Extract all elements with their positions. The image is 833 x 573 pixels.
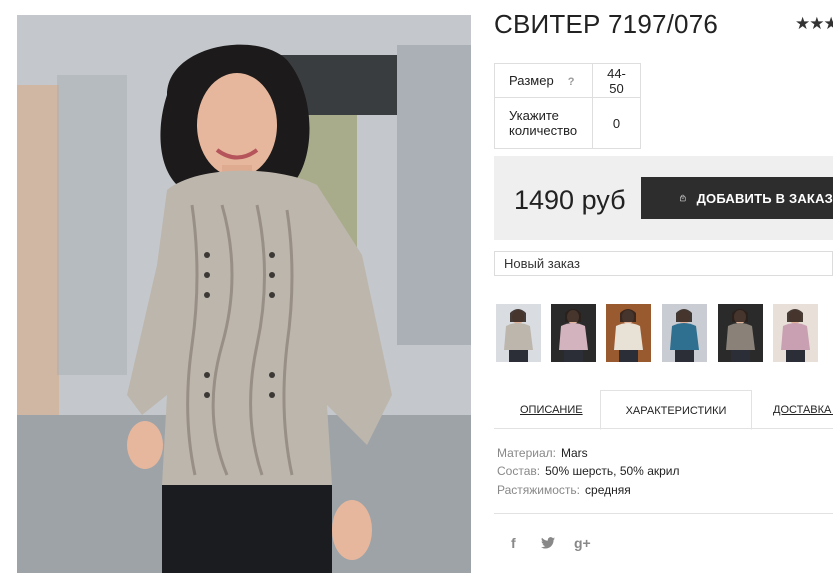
add-to-order-button[interactable]: ДОБАВИТЬ В ЗАКАЗ bbox=[641, 177, 833, 219]
social-divider bbox=[494, 513, 833, 514]
tabs-divider bbox=[494, 428, 833, 429]
spec-stretch: Растяжимость: средняя bbox=[497, 483, 631, 497]
rating-stars[interactable]: ★★★ bbox=[795, 14, 833, 34]
facebook-icon[interactable]: f bbox=[511, 535, 516, 551]
product-thumbnail[interactable] bbox=[773, 304, 818, 362]
spec-value: 50% шерсть, 50% акрил bbox=[545, 464, 680, 478]
tab-description[interactable]: Описание bbox=[520, 390, 583, 429]
tab-characteristics-label: Характеристики bbox=[625, 405, 727, 417]
product-photo[interactable] bbox=[17, 15, 471, 573]
tab-characteristics[interactable]: Характеристики bbox=[600, 390, 752, 430]
size-value[interactable]: 44-50 bbox=[592, 63, 641, 98]
product-title: СВИТЕР 7197/076 bbox=[494, 9, 719, 39]
size-help-icon[interactable]: ? bbox=[568, 76, 575, 88]
spec-key: Материал: bbox=[497, 446, 556, 460]
quantity-input[interactable]: 0 bbox=[592, 97, 641, 149]
size-label: Размер bbox=[509, 73, 554, 88]
size-row: Размер? 44-50 bbox=[494, 63, 641, 98]
spec-material: Материал: Mars bbox=[497, 446, 588, 460]
product-thumbnail[interactable] bbox=[718, 304, 763, 362]
tab-description-label: Описание bbox=[520, 404, 583, 416]
quantity-label: Укажите количество bbox=[494, 97, 593, 149]
tab-delivery-label: Доставка и bbox=[773, 404, 833, 416]
order-select[interactable]: Новый заказ bbox=[494, 251, 833, 276]
tab-delivery[interactable]: Доставка и bbox=[773, 390, 833, 429]
product-thumbnail[interactable] bbox=[662, 304, 707, 362]
twitter-icon[interactable] bbox=[541, 536, 555, 552]
product-thumbnail[interactable] bbox=[551, 304, 596, 362]
product-thumbnail[interactable] bbox=[606, 304, 651, 362]
product-thumbnail[interactable] bbox=[496, 304, 541, 362]
shopping-bag-icon bbox=[680, 194, 686, 202]
spec-value: Mars bbox=[560, 446, 588, 460]
spec-value: средняя bbox=[585, 483, 631, 497]
quantity-row: Укажите количество 0 bbox=[494, 97, 641, 149]
price: 1490 руб bbox=[514, 185, 626, 215]
price-box: 1490 руб ДОБАВИТЬ В ЗАКАЗ bbox=[494, 156, 833, 240]
google-plus-icon[interactable]: g+ bbox=[574, 535, 591, 551]
spec-composition: Состав: 50% шерсть, 50% акрил bbox=[497, 464, 680, 478]
spec-key: Растяжимость: bbox=[497, 483, 581, 497]
product-params-table: Размер? 44-50 Укажите количество 0 bbox=[494, 63, 641, 149]
size-label-cell: Размер? bbox=[494, 63, 593, 98]
add-to-order-label: ДОБАВИТЬ В ЗАКАЗ bbox=[696, 190, 833, 206]
spec-key: Состав: bbox=[497, 464, 541, 478]
